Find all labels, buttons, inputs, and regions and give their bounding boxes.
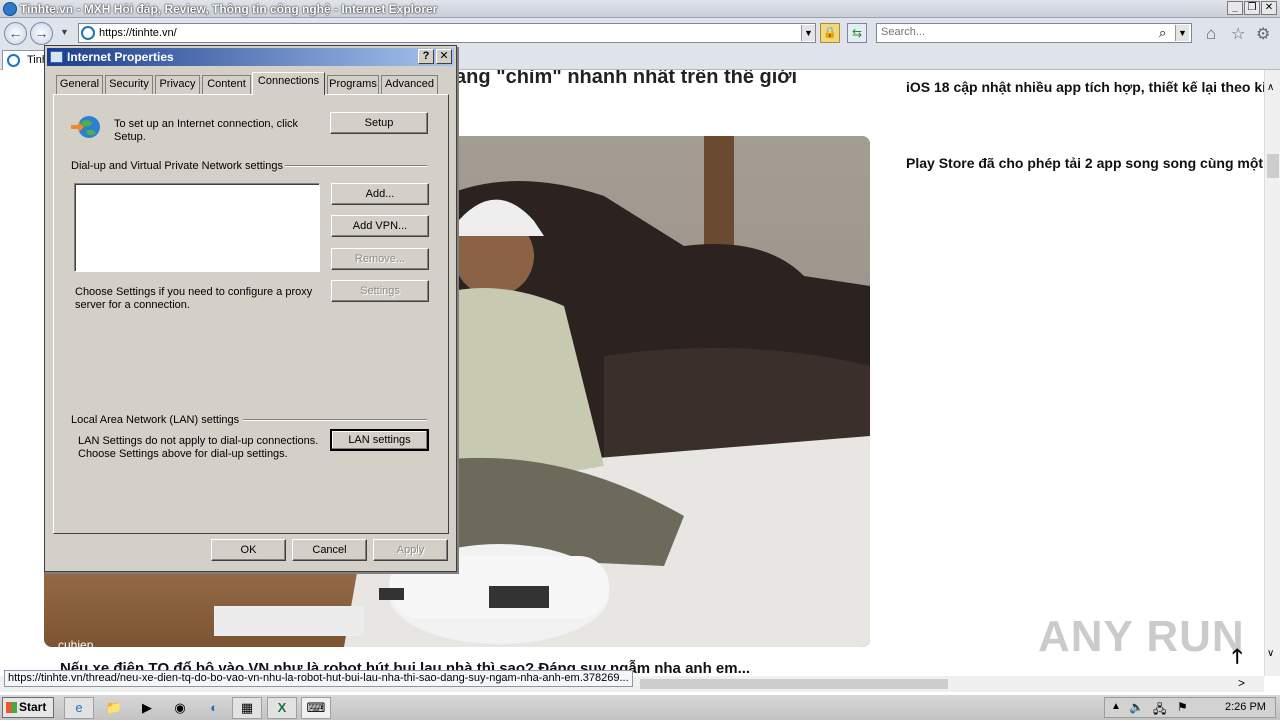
search-icon[interactable]: ⌕ bbox=[1159, 25, 1166, 41]
horizontal-scroll-thumb[interactable] bbox=[640, 679, 948, 689]
history-dropdown-icon[interactable]: ▼ bbox=[60, 27, 69, 37]
back-button[interactable]: ← bbox=[4, 22, 27, 45]
add-vpn-button[interactable]: Add VPN... bbox=[331, 215, 429, 237]
site-favicon-icon bbox=[81, 26, 95, 40]
tray-expand-icon[interactable]: ▲ bbox=[1111, 701, 1121, 712]
tab-content[interactable]: Content bbox=[202, 75, 251, 94]
setup-button[interactable]: Setup bbox=[330, 112, 428, 134]
settings-button[interactable]: Settings bbox=[331, 280, 429, 302]
network-icon[interactable]: 🖧 bbox=[1153, 700, 1166, 721]
tab-privacy[interactable]: Privacy bbox=[155, 75, 200, 94]
remove-button[interactable]: Remove... bbox=[331, 248, 429, 270]
address-text[interactable]: https://tinhte.vn/ bbox=[99, 27, 177, 39]
lan-group-label: Local Area Network (LAN) settings bbox=[71, 414, 240, 426]
media-player-taskbar-icon[interactable]: ▶ bbox=[132, 697, 162, 719]
address-bar[interactable]: https://tinhte.vn/ ▼ bbox=[78, 23, 816, 43]
cancel-button[interactable]: Cancel bbox=[292, 539, 367, 561]
tab-security[interactable]: Security bbox=[105, 75, 153, 94]
dialog-close-button[interactable]: ✕ bbox=[436, 49, 452, 64]
dialup-group-divider bbox=[285, 165, 427, 167]
anyrun-watermark: ANY RUN bbox=[1038, 612, 1245, 661]
ok-button[interactable]: OK bbox=[211, 539, 286, 561]
gear-icon[interactable]: ⚙ bbox=[1256, 24, 1270, 44]
side-article-link[interactable]: iOS 18 cập nhật nhiều app tích hợp, thiế… bbox=[906, 79, 1264, 95]
lan-description: LAN Settings do not apply to dial-up con… bbox=[78, 435, 319, 460]
minimize-button[interactable]: _ bbox=[1227, 1, 1243, 15]
windows-logo-icon bbox=[6, 702, 17, 713]
search-box[interactable]: ⌕ ▼ bbox=[876, 23, 1192, 43]
volume-icon[interactable]: 🔈 bbox=[1129, 700, 1144, 714]
connections-list[interactable] bbox=[74, 183, 320, 272]
internet-properties-taskbar-icon[interactable]: ⌨ bbox=[301, 697, 331, 719]
address-dropdown-icon[interactable]: ▼ bbox=[801, 25, 815, 41]
vertical-scroll-thumb[interactable] bbox=[1267, 154, 1279, 178]
search-dropdown-icon[interactable]: ▼ bbox=[1175, 25, 1189, 41]
browser-tab[interactable]: Tinh bbox=[2, 50, 48, 70]
apply-button[interactable]: Apply bbox=[373, 539, 448, 561]
start-button[interactable]: Start bbox=[2, 697, 54, 718]
lock-icon[interactable]: 🔒 bbox=[820, 23, 840, 43]
start-label: Start bbox=[19, 700, 47, 714]
tab-favicon-icon bbox=[7, 54, 20, 67]
navigation-bar: ← → ▼ https://tinhte.vn/ ▼ 🔒 ⇆ ⌕ ▼ ⌂ ☆ ⚙ bbox=[0, 18, 1280, 48]
scroll-right-icon[interactable]: > bbox=[1238, 676, 1245, 690]
ie-taskbar-icon[interactable]: e bbox=[64, 697, 94, 719]
home-icon[interactable]: ⌂ bbox=[1206, 24, 1216, 44]
tab-advanced[interactable]: Advanced bbox=[381, 75, 438, 94]
add-button[interactable]: Add... bbox=[331, 183, 429, 205]
scroll-up-icon[interactable]: ∧ bbox=[1267, 82, 1274, 93]
restore-button[interactable]: ❐ bbox=[1244, 1, 1260, 15]
folder-taskbar-icon[interactable]: 📁 bbox=[99, 697, 129, 719]
ie-logo-icon bbox=[3, 2, 17, 16]
tab-general[interactable]: General bbox=[56, 75, 103, 94]
article-headline[interactable]: ang "chìm" nhanh nhất trên thế giới bbox=[455, 70, 797, 89]
lan-settings-button[interactable]: LAN settings bbox=[330, 429, 429, 451]
dialog-title: Internet Properties bbox=[67, 50, 174, 64]
window-title: Tinhte.vn - MXH Hỏi đáp, Review, Thông t… bbox=[20, 2, 438, 16]
dialog-title-bar[interactable]: Internet Properties ? ✕ bbox=[47, 48, 454, 66]
vertical-scrollbar[interactable]: ∧ ∨ bbox=[1264, 70, 1280, 676]
dialup-group-label: Dial-up and Virtual Private Network sett… bbox=[71, 160, 283, 172]
tab-programs[interactable]: Programs bbox=[327, 75, 379, 94]
clock[interactable]: 2:26 PM bbox=[1225, 701, 1266, 713]
browser-title-bar: Tinhte.vn - MXH Hỏi đáp, Review, Thông t… bbox=[0, 0, 1280, 18]
internet-properties-dialog: Internet Properties ? ✕ General Security… bbox=[44, 45, 457, 572]
search-input[interactable] bbox=[881, 26, 1151, 38]
photo-caption: cuhiep bbox=[58, 638, 94, 652]
internet-properties-icon bbox=[50, 51, 63, 63]
action-center-flag-icon[interactable]: ⚑ bbox=[1177, 700, 1188, 714]
side-article-link[interactable]: Play Store đã cho phép tải 2 app song so… bbox=[906, 155, 1264, 171]
scroll-down-icon[interactable]: ∨ bbox=[1267, 648, 1274, 659]
excel-taskbar-icon[interactable]: X bbox=[267, 697, 297, 719]
setup-description: To set up an Internet connection, click … bbox=[114, 118, 299, 143]
taskbar: Start e 📁 ▶ ◉ ◐ ▦ X ⌨ ▲ 🔈 🖧 ⚑ 2:26 PM bbox=[0, 694, 1280, 720]
refresh-icon[interactable]: ⇆ bbox=[847, 23, 867, 43]
status-bar-url: https://tinhte.vn/thread/neu-xe-dien-tq-… bbox=[4, 670, 633, 687]
lan-group-divider bbox=[243, 419, 427, 421]
back-to-top-icon[interactable]: 🡑 bbox=[1232, 642, 1242, 676]
favorites-icon[interactable]: ☆ bbox=[1231, 24, 1245, 44]
help-button[interactable]: ? bbox=[418, 49, 434, 64]
winrar-taskbar-icon[interactable]: ▦ bbox=[232, 697, 262, 719]
tab-connections[interactable]: Connections bbox=[252, 72, 325, 95]
proxy-description: Choose Settings if you need to configure… bbox=[75, 286, 313, 311]
forward-button[interactable]: → bbox=[30, 22, 53, 45]
close-window-button[interactable]: ✕ bbox=[1261, 1, 1277, 15]
chrome-taskbar-icon[interactable]: ◉ bbox=[165, 697, 195, 719]
globe-icon bbox=[71, 114, 103, 140]
edge-taskbar-icon[interactable]: ◐ bbox=[199, 697, 229, 719]
system-tray: ▲ 🔈 🖧 ⚑ 2:26 PM bbox=[1104, 697, 1276, 718]
